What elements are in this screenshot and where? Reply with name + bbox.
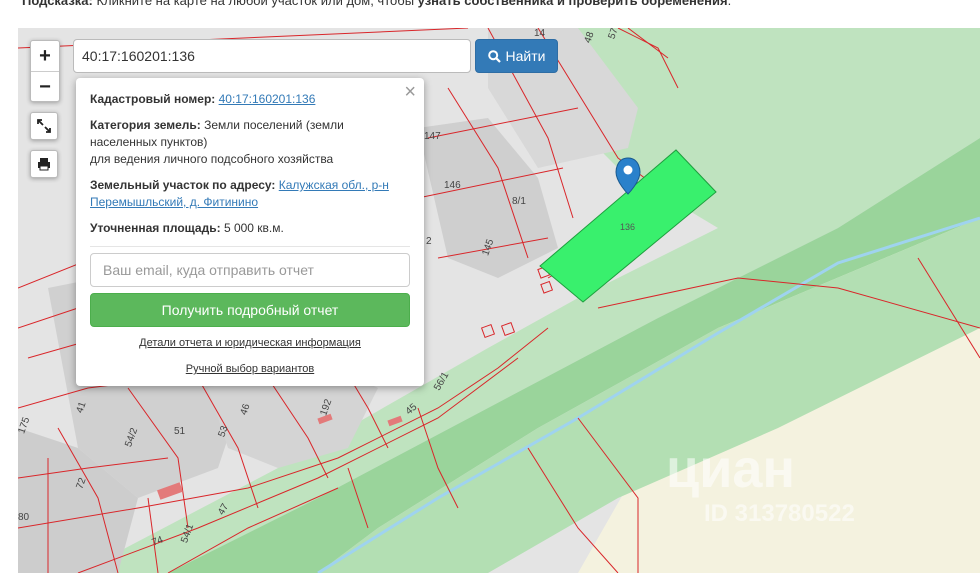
usage-value: для ведения личного подсобного хозяйства [90, 152, 334, 166]
map-label: 146 [444, 180, 461, 191]
cadastral-search-input[interactable] [73, 39, 471, 73]
map-label: 2 [426, 236, 432, 247]
zoom-in-button[interactable]: + [31, 41, 59, 71]
map-label: 136 [620, 222, 636, 232]
map-label: 8/1 [512, 196, 526, 207]
cadastral-number-link[interactable]: 40:17:160201:136 [219, 92, 316, 106]
parcel-info-popup: × Кадастровый номер: 40:17:160201:136 Ка… [76, 78, 424, 386]
manual-select-link[interactable]: Ручной выбор вариантов [186, 363, 314, 375]
cadastral-label: Кадастровый номер: [90, 92, 216, 106]
fullscreen-button[interactable] [30, 112, 58, 140]
cadastral-map[interactable]: 147 146 8/1 145 2 136 14 48 57 56/1 45 1… [18, 28, 980, 573]
category-label: Категория земель: [90, 118, 201, 132]
address-row: Земельный участок по адресу: Калужская о… [90, 177, 410, 211]
watermark-id: ID 313780522 [704, 500, 855, 527]
details-link-row: Детали отчета и юридическая информация [90, 337, 410, 349]
area-row: Уточненная площадь: 5 000 кв.м. [90, 220, 410, 237]
address-label: Земельный участок по адресу: [90, 178, 276, 192]
watermark-brand: циан [666, 439, 796, 499]
map-label: 147 [424, 131, 441, 142]
hint-text: Кликните на карте на любой участок или д… [92, 0, 418, 8]
get-report-button[interactable]: Получить подробный отчет [90, 293, 410, 327]
hint-end: . [727, 0, 732, 8]
area-label: Уточненная площадь: [90, 221, 221, 235]
details-link[interactable]: Детали отчета и юридическая информация [139, 337, 361, 349]
close-icon[interactable]: × [404, 82, 416, 102]
hint-label: Подсказка: [22, 0, 93, 8]
print-button[interactable] [30, 150, 58, 178]
hint-bold: узнать собственника и проверить обремене… [417, 0, 728, 8]
cadastral-row: Кадастровый номер: 40:17:160201:136 [90, 91, 410, 108]
divider [90, 246, 410, 247]
zoom-control: + − [30, 40, 60, 102]
map-label: 14 [534, 28, 546, 39]
area-value: 5 000 кв.м. [223, 221, 284, 235]
map-label: 51 [174, 426, 186, 437]
manual-link-row: Ручной выбор вариантов [90, 363, 410, 375]
email-field[interactable]: Ваш email, куда отправить отчет [90, 253, 410, 287]
printer-icon [38, 158, 50, 171]
category-row: Категория земель: Земли поселений (земли… [90, 117, 410, 168]
fullscreen-icon [37, 119, 51, 133]
zoom-out-button[interactable]: − [31, 71, 59, 102]
hint-bar: Подсказка: Кликните на карте на любой уч… [22, 0, 731, 8]
search-button[interactable]: Найти [475, 39, 558, 73]
search-button-label: Найти [505, 48, 546, 64]
search-icon [487, 49, 501, 63]
map-label: 80 [18, 512, 30, 523]
